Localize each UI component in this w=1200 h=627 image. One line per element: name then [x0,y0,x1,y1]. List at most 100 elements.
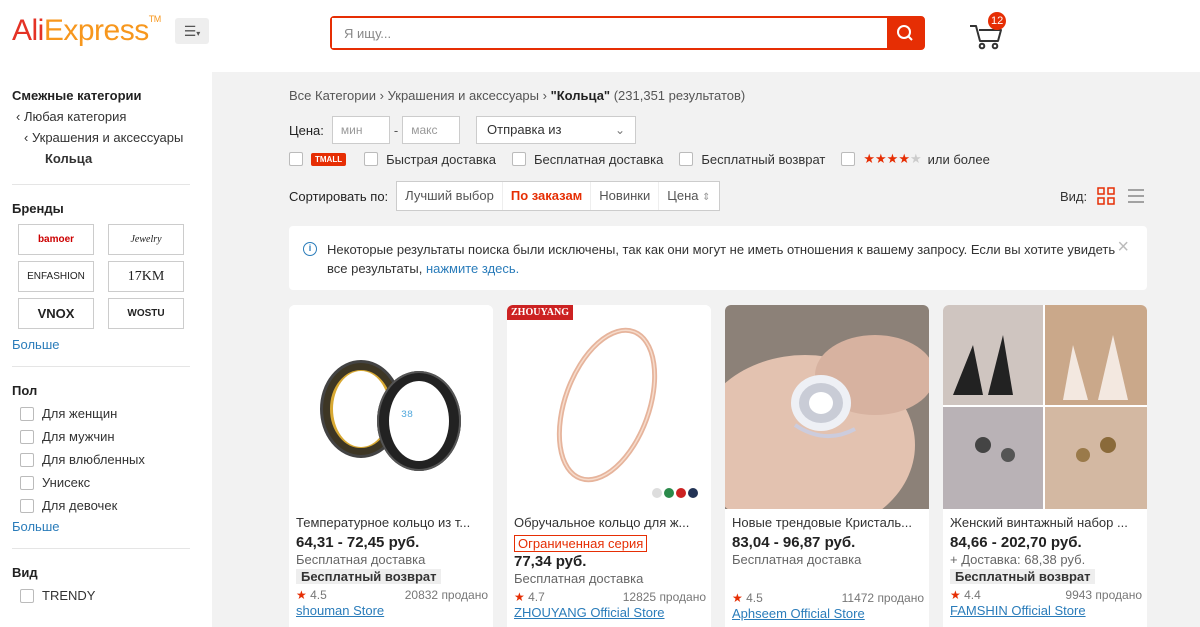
store-link[interactable]: ZHOUYANG Official Store [514,605,706,620]
checkbox[interactable] [20,498,34,513]
product-info: Температурное кольцо из т... 64,31 - 72,… [296,515,488,618]
star-icon: ★ [514,590,525,604]
price-label: Цена: [289,122,324,138]
gender-option-men[interactable]: Для мужчин [12,429,212,444]
search-bar [330,16,925,50]
ship-from-select[interactable]: Отправка из ⌄ [476,116,636,144]
fast-delivery-checkbox[interactable] [364,152,379,166]
price-min-input[interactable]: мин [331,116,390,144]
info-icon: i [303,242,317,256]
chevron-down-icon: ▾ [196,29,201,38]
sort-best-match[interactable]: Лучший выбор [397,182,503,210]
chevron-left-icon: ‹ [16,109,24,124]
product-meta: ★ 4.4 9943 продано [950,588,1142,602]
brand-logo-bamoer[interactable]: bamoer [18,224,94,255]
sort-arrows-icon: ⇕ [702,192,711,203]
product-meta: ★ 4.7 12825 продано [514,590,706,604]
aliexpress-logo[interactable]: AliExpressTM [12,14,161,48]
gender-option-lovers[interactable]: Для влюбленных [12,452,212,467]
brand-logo-jewelry[interactable]: Jewelry [108,224,184,255]
store-link[interactable]: Aphseem Official Store [732,606,924,621]
brand-logo-enfashion[interactable]: ENFASHION [18,261,94,292]
store-link[interactable]: FAMSHIN Official Store [950,603,1142,618]
sort-price[interactable]: Цена ⇕ [659,182,718,210]
grid-view-icon[interactable] [1097,187,1115,205]
brand-logo-wostu[interactable]: WOSTU [108,298,184,329]
fast-delivery-label: Быстрая доставка [386,151,497,167]
product-card[interactable]: Женский винтажный набор ... 84,66 - 202,… [943,305,1147,627]
tmall-checkbox[interactable] [289,152,303,166]
brand-logo-vnox[interactable]: VNOX [18,298,94,329]
chevron-left-icon: ‹ [24,130,32,145]
brand-tag: ZHOUYANG [507,305,573,320]
search-button[interactable] [887,18,923,48]
sort-newest[interactable]: Новинки [591,182,660,210]
brands-more-link[interactable]: Больше [12,337,212,352]
brand-logo-17km[interactable]: 17KM [108,261,184,292]
sort-by-orders[interactable]: По заказам [503,182,592,210]
product-image[interactable]: ZHOUYANG [507,305,711,509]
product-price: 84,66 - 202,70 руб. [950,534,1082,551]
checkbox[interactable] [20,429,34,444]
product-title[interactable]: Новые трендовые Кристаль... [732,515,924,533]
categories-menu-button[interactable]: ☰▾ [175,18,209,44]
product-meta: ★ 4.5 11472 продано [732,591,924,605]
product-shipping: Бесплатная доставка [514,571,644,586]
brands-grid: bamoer Jewelry ENFASHION 17KM VNOX WOSTU [12,224,212,329]
store-link[interactable]: shouman Store [296,603,488,618]
main-content: Все Категории › Украшения и аксессуары ›… [212,72,1200,627]
free-return-badge: Бесплатный возврат [296,569,442,584]
close-icon[interactable]: × [1117,237,1129,257]
breadcrumb-all[interactable]: Все Категории [289,88,376,103]
breadcrumb-separator: › [379,88,388,103]
divider [12,366,190,367]
product-sold: 12825 продано [622,590,706,604]
sort-bar: Сортировать по: Лучший выбор По заказам … [289,181,720,211]
product-title[interactable]: Женский винтажный набор ... [950,515,1142,533]
product-card[interactable]: Новые трендовые Кристаль... 83,04 - 96,8… [725,305,929,627]
product-info: Обручальное кольцо для ж... Ограниченная… [514,515,706,620]
style-option-trendy[interactable]: TRENDY [12,588,212,603]
checkbox[interactable] [20,452,34,467]
gender-more-link[interactable]: Больше [12,519,212,534]
product-title[interactable]: Обручальное кольцо для ж... [514,515,706,533]
gender-option-unisex[interactable]: Унисекс [12,475,212,490]
product-image[interactable] [725,305,929,535]
search-input[interactable] [332,18,887,48]
product-image[interactable] [943,305,1147,509]
checkbox[interactable] [20,406,34,421]
price-separator: - [393,122,399,138]
category-link-jewelry[interactable]: ‹ Украшения и аксессуары [12,130,212,145]
checkbox[interactable] [20,588,34,603]
view-label: Вид: [1060,188,1088,204]
list-view-icon[interactable] [1127,187,1145,205]
results-count: (231,351 результатов) [613,88,746,103]
price-filter: Цена: мин - макс [289,116,461,144]
related-categories-title: Смежные категории [12,88,142,103]
gender-option-girls[interactable]: Для девочек [12,498,212,513]
rating-checkbox[interactable] [841,152,856,166]
product-card[interactable]: 38 Температурное кольцо из т... 64,31 - … [289,305,493,627]
show-all-link[interactable]: нажмите здесь. [426,261,519,276]
product-image[interactable]: 38 [289,305,493,509]
style-title: Вид [12,565,38,580]
breadcrumb-parent[interactable]: Украшения и аксессуары [388,88,539,103]
product-title[interactable]: Температурное кольцо из т... [296,515,488,533]
product-sold: 11472 продано [841,591,924,605]
logo-ali: Ali [12,14,44,47]
product-card[interactable]: ZHOUYANG Обручальное кольцо для ж... Огр… [507,305,711,627]
free-return-checkbox[interactable] [679,152,694,166]
free-shipping-checkbox[interactable] [512,152,527,166]
header: AliExpressTM ☰▾ 12 [0,0,1200,72]
product-info: Женский винтажный набор ... 84,66 - 202,… [950,515,1142,618]
product-shipping: Бесплатная доставка [296,552,426,567]
svg-text:38: 38 [401,410,413,421]
gender-option-women[interactable]: Для женщин [12,406,212,421]
checkbox[interactable] [20,475,34,490]
product-rating: 4.5 [746,591,763,605]
price-max-input[interactable]: макс [402,116,461,144]
limited-edition-badge: Ограниченная серия [514,535,648,552]
rating-label: или более [927,151,990,167]
cart-button[interactable]: 12 [966,12,1010,54]
category-link-any[interactable]: ‹ Любая категория [12,109,212,124]
